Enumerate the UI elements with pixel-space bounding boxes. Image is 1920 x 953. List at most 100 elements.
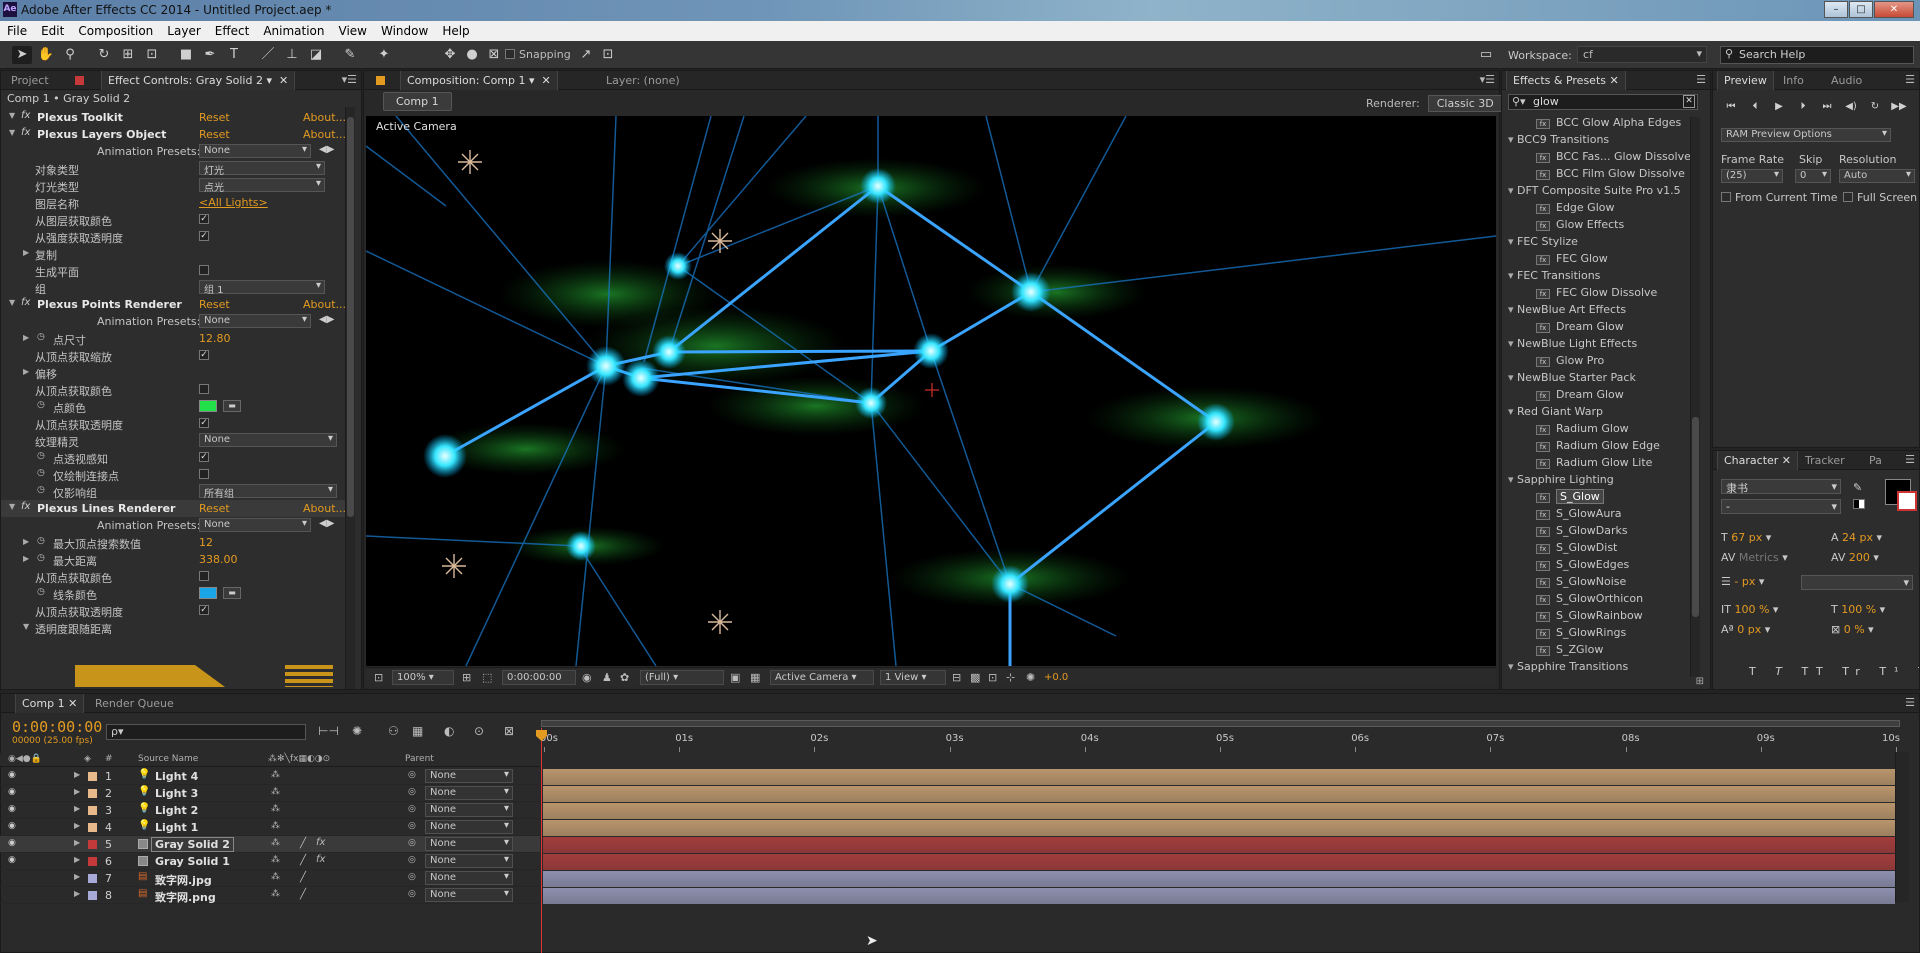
menu-composition[interactable]: Composition — [71, 21, 160, 41]
quality-switch-icon[interactable]: ╱ — [300, 855, 306, 866]
type-tool-icon[interactable]: T — [224, 46, 244, 64]
property-checkbox[interactable]: ✓ — [199, 231, 209, 241]
audio-icon[interactable]: ◀) — [1841, 101, 1861, 115]
from-current-checkbox[interactable] — [1721, 192, 1731, 202]
camera-view-dropdown[interactable]: Active Camera ▾ — [770, 670, 874, 685]
skip-dropdown[interactable]: 0 — [1795, 169, 1831, 183]
pickwhip-icon[interactable]: ◎ — [408, 770, 416, 780]
effect-property-row[interactable]: 纹理精灵 None — [1, 432, 353, 449]
tab-tracker[interactable]: Tracker — [1799, 451, 1851, 470]
effect-property-row[interactable]: ▶ 复制 — [1, 245, 353, 262]
shy-switch-icon[interactable]: ⁂ — [271, 872, 280, 882]
pickwhip-icon[interactable]: ◎ — [408, 855, 416, 865]
new-folder-icon[interactable]: ⊞ — [1696, 676, 1704, 687]
character-menu-icon[interactable]: ☰ — [1905, 453, 1915, 466]
tab-comp-1[interactable]: Comp 1 ✕ — [15, 694, 85, 713]
about-link[interactable]: About... — [303, 111, 346, 124]
tab-audio[interactable]: Audio — [1825, 71, 1868, 90]
shy-switch-icon[interactable]: ⁂ — [271, 821, 280, 831]
comp-mini-flowchart-icon[interactable]: ⊢⊣ — [318, 724, 339, 738]
effect-switch-icon[interactable]: fx — [316, 837, 325, 848]
first-frame-icon[interactable]: ⏮ — [1721, 101, 1741, 115]
last-frame-icon[interactable]: ⏭ — [1817, 101, 1837, 115]
timeline-search-input[interactable]: ρ▾ — [106, 724, 306, 740]
property-checkbox[interactable] — [199, 571, 209, 581]
stopwatch-icon[interactable]: ◷ — [37, 468, 45, 478]
preview-menu-icon[interactable]: ☰ — [1905, 73, 1915, 86]
effect-category[interactable]: BCC9 Transitions — [1508, 133, 1609, 150]
comp-navigator-button[interactable]: Comp 1 — [383, 92, 452, 111]
frame-rate-dropdown[interactable]: (25) — [1721, 169, 1783, 183]
preset-nav-icon[interactable]: ◀▶ — [319, 314, 334, 325]
eraser-tool-icon[interactable]: ◪ — [306, 46, 326, 64]
effect-property-row[interactable]: ▼ fx Plexus Layers Object Reset About... — [1, 126, 353, 143]
play-icon[interactable]: ▶ — [1769, 101, 1789, 115]
layer-row[interactable]: ◉ ▶ 4 💡 Light 1 ⁂ ◎ None — [0, 819, 540, 836]
effect-property-row[interactable]: ◷ 点颜色 ▬ — [1, 398, 353, 415]
effect-property-row[interactable]: ▼ fx Plexus Toolkit Reset About... — [1, 109, 353, 126]
snap-grid-icon[interactable]: ⊡ — [598, 46, 618, 64]
playhead-line[interactable] — [541, 728, 542, 953]
from-current-time-toggle[interactable]: From Current Time — [1721, 191, 1837, 204]
effect-item[interactable]: fx BCC Film Glow Dissolve — [1536, 167, 1685, 184]
camera-tool-icon[interactable]: ⊞ — [118, 46, 138, 64]
timeline-menu-icon[interactable]: ☰ — [1905, 696, 1915, 709]
effect-item[interactable]: fx S_GlowNoise — [1536, 575, 1626, 592]
vertical-scale-field[interactable]: IT 100 % ▾ — [1721, 603, 1778, 616]
work-area-bar[interactable] — [541, 720, 1900, 727]
frame-blending-icon[interactable]: ▦ — [412, 724, 423, 738]
effect-item[interactable]: fx BCC Glow Alpha Edges — [1536, 116, 1681, 133]
effect-item[interactable]: fx Glow Pro — [1536, 354, 1604, 371]
parent-dropdown[interactable]: None — [425, 803, 513, 817]
ram-preview-options-dropdown[interactable]: RAM Preview Options — [1721, 128, 1891, 142]
visibility-eye-icon[interactable]: ◉ — [8, 821, 16, 831]
hand-tool-icon[interactable]: ✋ — [36, 46, 56, 64]
label-color-swatch[interactable] — [88, 789, 97, 798]
puppet-tool-icon[interactable]: ✦ — [374, 46, 394, 64]
view-layout-dropdown[interactable]: 1 View ▾ — [880, 670, 946, 685]
rotation-tool-icon[interactable]: ↻ — [94, 46, 114, 64]
search-help-input[interactable]: ⚲ Search Help — [1720, 46, 1914, 64]
transparency-grid-icon[interactable]: ▦ — [750, 671, 760, 684]
snap-options-icon[interactable]: ↗ — [576, 46, 596, 64]
magnification-dropdown[interactable]: 100% ▾ — [392, 670, 454, 685]
twirl-down-icon[interactable]: ▼ — [9, 298, 15, 307]
property-value[interactable]: 12 — [199, 536, 213, 549]
preset-nav-icon[interactable]: ◀▶ — [319, 518, 334, 529]
twirl-icon[interactable]: ▶ — [74, 804, 80, 813]
visibility-eye-icon[interactable]: ◉ — [8, 787, 16, 797]
layer-row[interactable]: ◉ ▶ 3 💡 Light 2 ⁂ ◎ None — [0, 802, 540, 819]
property-dropdown[interactable]: 点光 — [199, 178, 325, 194]
quality-switch-icon[interactable]: ╱ — [300, 889, 306, 900]
font-family-dropdown[interactable]: 隶书 — [1721, 479, 1841, 495]
layer-row[interactable]: ▶ 8 ▤ 致字网.png ⁂ ╱ ◎ None — [0, 887, 540, 904]
effect-property-row[interactable]: 从顶点获取颜色 — [1, 381, 353, 398]
effects-menu-icon[interactable]: ☰ — [1696, 73, 1706, 86]
resolution-dropdown[interactable]: Auto — [1839, 169, 1915, 183]
menu-window[interactable]: Window — [374, 21, 435, 41]
motion-blur-icon[interactable]: ◐ — [444, 724, 454, 738]
eyedropper-icon[interactable]: ▬ — [223, 587, 241, 599]
zoom-tool-icon[interactable]: ⚲ — [60, 46, 80, 64]
tab-character[interactable]: Character ✕ — [1717, 451, 1799, 470]
reset-link[interactable]: Reset — [199, 502, 230, 515]
stopwatch-icon[interactable]: ◷ — [37, 536, 45, 546]
current-time-field[interactable]: 0:00:00:00 — [502, 670, 576, 685]
effect-property-row[interactable]: 组 组 1 — [1, 279, 353, 296]
pickwhip-icon[interactable]: ◎ — [408, 804, 416, 814]
effect-controls-scrollbar[interactable] — [345, 107, 355, 689]
layer-duration-bar[interactable] — [543, 769, 1895, 785]
parent-dropdown[interactable]: None — [425, 837, 513, 851]
effect-category[interactable]: Sapphire Transitions — [1508, 660, 1628, 677]
property-value[interactable]: 338.00 — [199, 553, 238, 566]
loop-icon[interactable]: ↻ — [1865, 101, 1885, 115]
effect-property-row[interactable]: 生成平面 — [1, 262, 353, 279]
pen-tool-icon[interactable]: ✒ — [200, 46, 220, 64]
parent-dropdown[interactable]: None — [425, 786, 513, 800]
effect-property-row[interactable]: ▼ 透明度跟随距离 — [1, 619, 353, 636]
effect-item[interactable]: fx S_ZGlow — [1536, 643, 1603, 660]
effect-property-row[interactable]: ▶ ◷ 最大距离 338.00 — [1, 551, 353, 568]
fx-icon[interactable]: fx — [21, 297, 30, 308]
parent-dropdown[interactable]: None — [425, 854, 513, 868]
fx-icon[interactable]: fx — [21, 110, 30, 121]
